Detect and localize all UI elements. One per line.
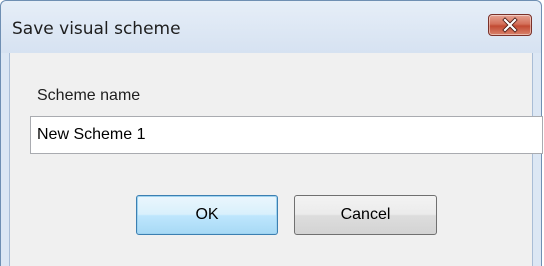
dialog-title: Save visual scheme: [12, 19, 181, 39]
dialog-body: Scheme name OK Cancel: [9, 53, 543, 266]
save-visual-scheme-dialog: Save visual scheme Scheme name OK Cancel: [0, 0, 543, 266]
scheme-name-label: Scheme name: [37, 87, 141, 104]
close-button[interactable]: [488, 14, 532, 36]
title-bar[interactable]: Save visual scheme: [1, 1, 541, 53]
close-icon: [502, 17, 518, 33]
scheme-name-input[interactable]: [30, 116, 543, 154]
cancel-button[interactable]: Cancel: [294, 195, 437, 235]
ok-button[interactable]: OK: [136, 195, 278, 235]
